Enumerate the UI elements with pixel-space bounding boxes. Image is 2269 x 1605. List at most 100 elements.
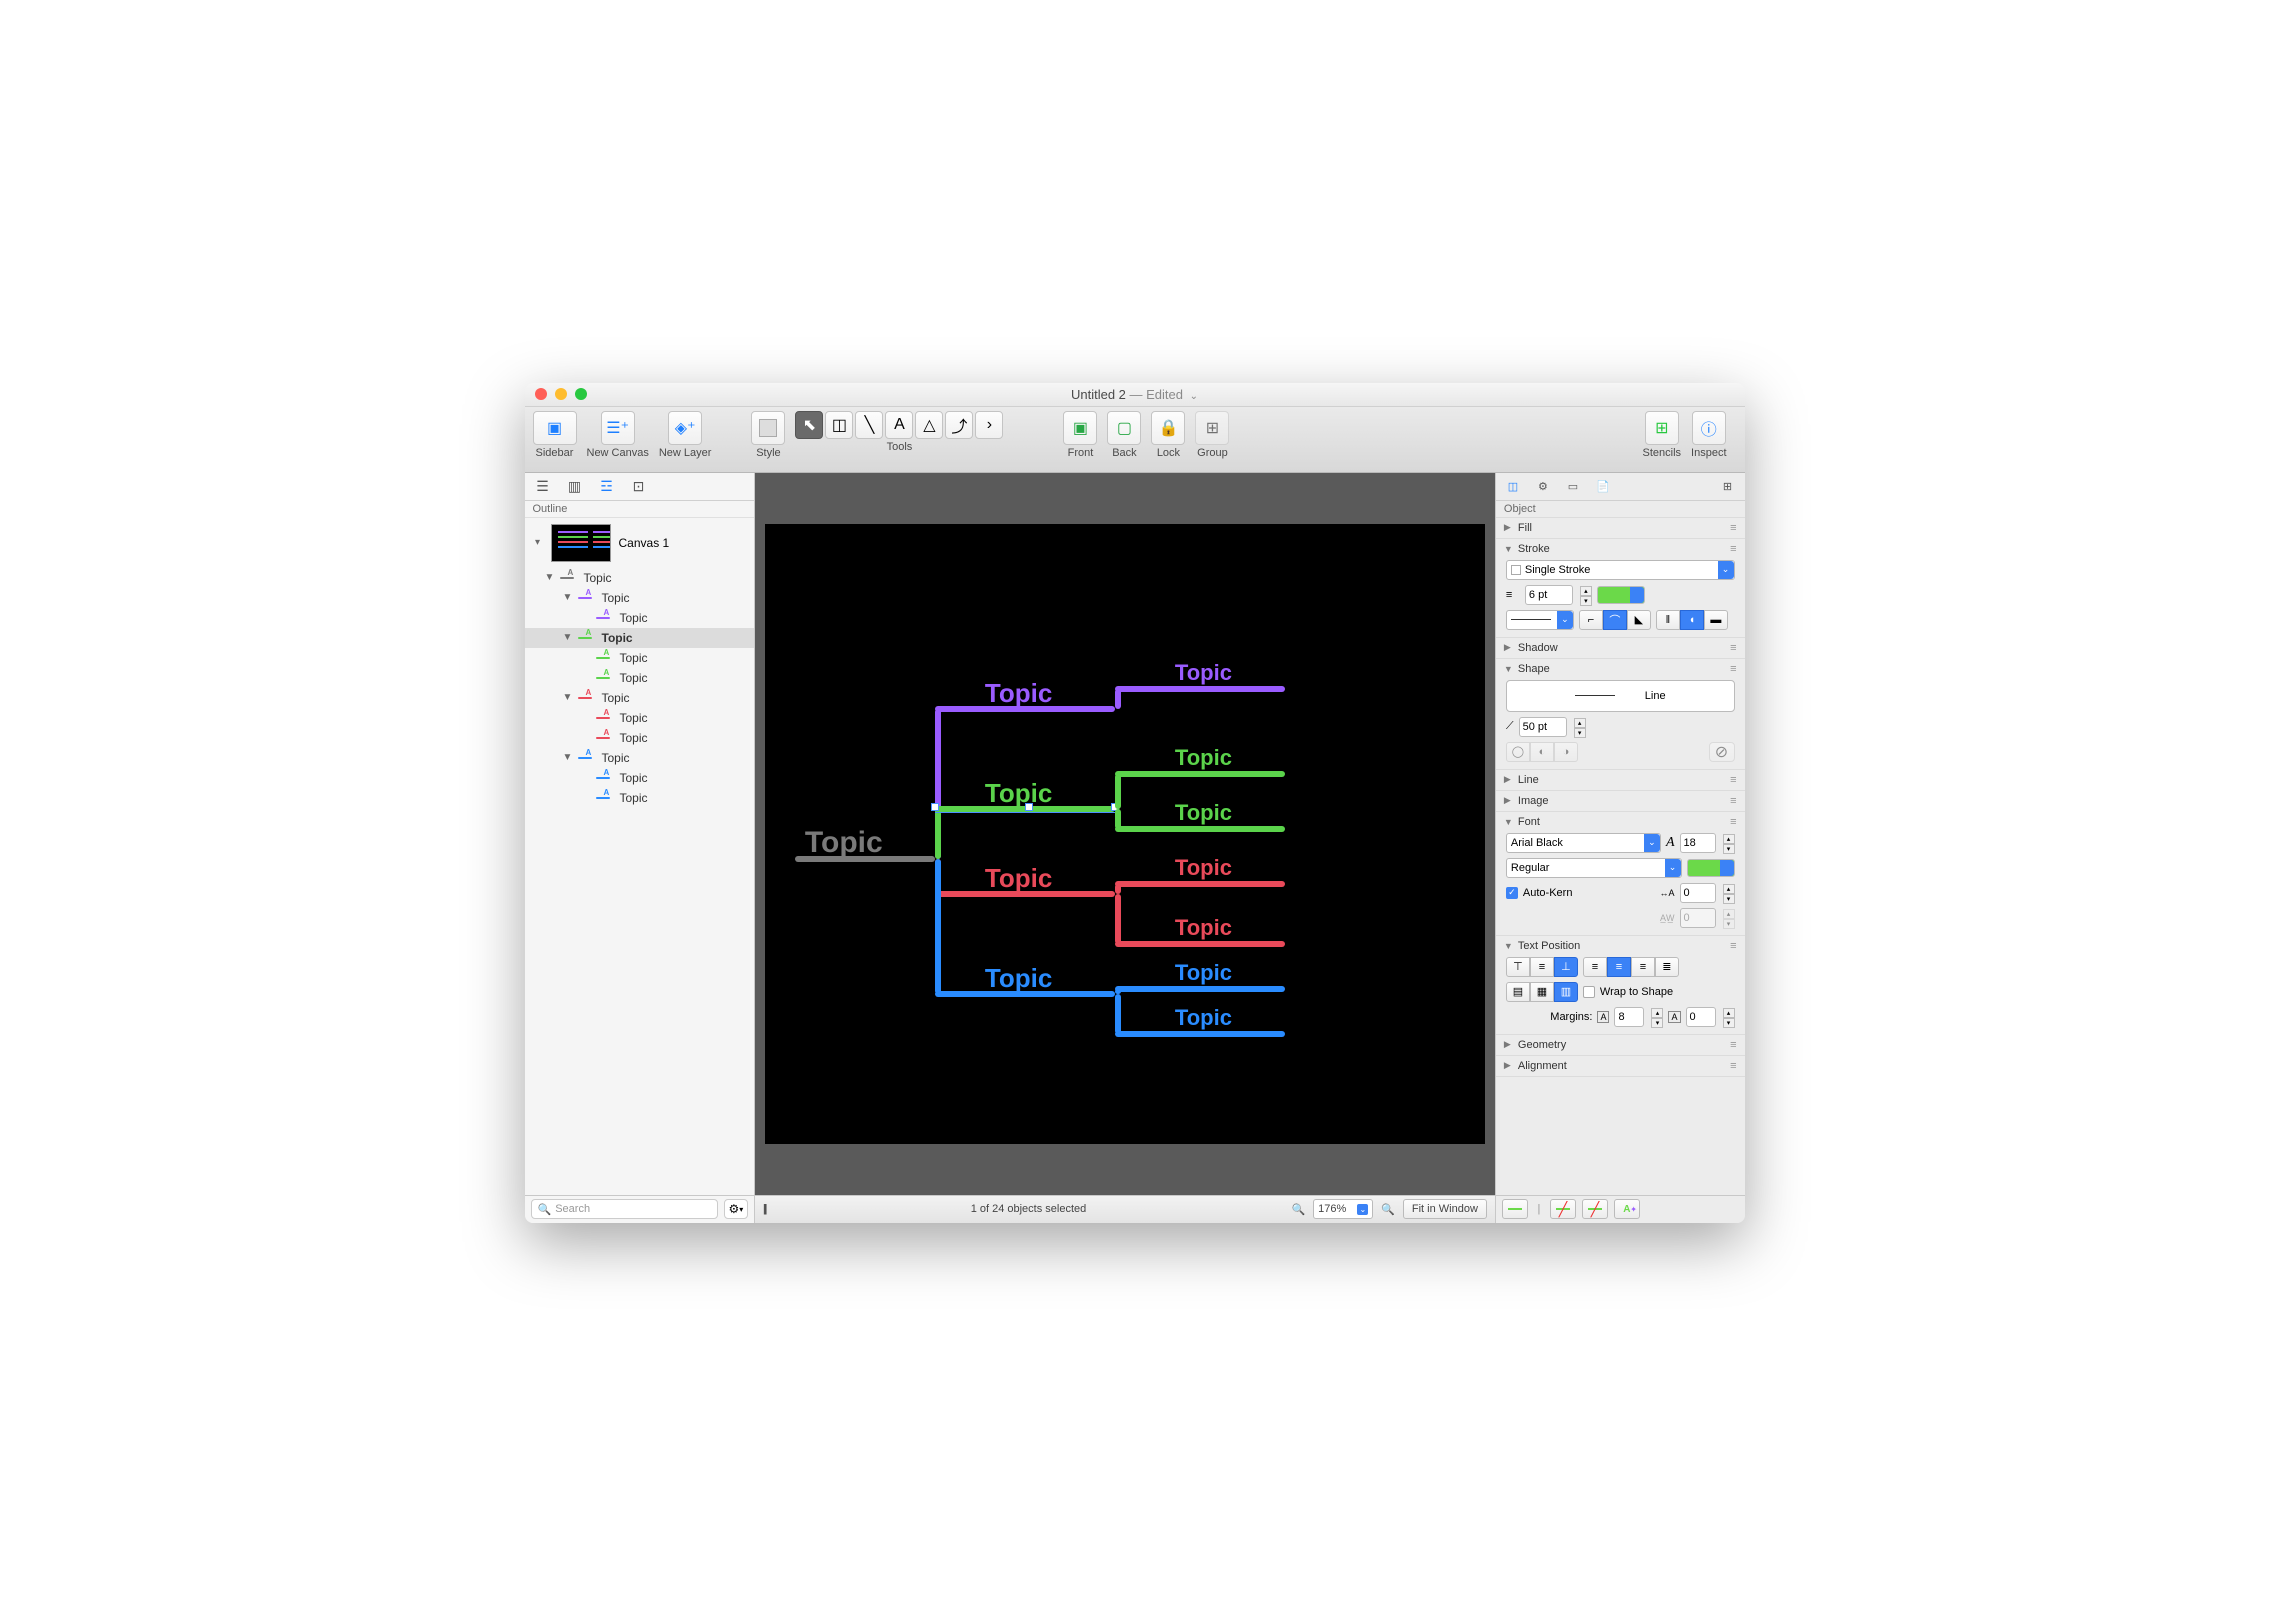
fill-header[interactable]: ▶Fill≡	[1504, 522, 1737, 534]
outline-item[interactable]: ▼ATopic	[525, 568, 754, 588]
image-header[interactable]: ▶Image≡	[1504, 795, 1737, 807]
close-button[interactable]	[535, 388, 547, 400]
connector[interactable]	[1115, 994, 1121, 1034]
lock-button[interactable]: 🔒	[1151, 411, 1185, 445]
shape-op-1[interactable]: ◯	[1506, 742, 1530, 762]
search-input[interactable]: 🔍 Search	[531, 1199, 718, 1219]
selection-tab[interactable]: ⊡	[629, 476, 649, 496]
menu-icon[interactable]: ≡	[1730, 1060, 1736, 1072]
sidebar-settings-button[interactable]: ⚙▾	[724, 1199, 748, 1219]
margin-v-stepper[interactable]: ▴▾	[1723, 1008, 1735, 1026]
leaf-label[interactable]: Topic	[1175, 855, 1232, 881]
bring-front-button[interactable]: ▣	[1063, 411, 1097, 445]
outline-item[interactable]: ATopic	[525, 668, 754, 688]
root-label[interactable]: Topic	[805, 826, 883, 860]
style-chip-1[interactable]: ╱	[1550, 1199, 1576, 1219]
zoom-out-button[interactable]: 🔍	[1291, 1203, 1305, 1216]
new-canvas-button[interactable]: ☰⁺	[601, 411, 635, 445]
document-tab[interactable]: 📄	[1592, 475, 1614, 497]
connector[interactable]	[1115, 771, 1285, 777]
corner-radius-stepper[interactable]: ▴▾	[1574, 718, 1586, 736]
menu-icon[interactable]: ≡	[1730, 816, 1736, 828]
layout-overflow[interactable]: ▤	[1506, 982, 1530, 1002]
corner-miter[interactable]: ⌐	[1579, 610, 1603, 630]
outline-item[interactable]: ▼ATopic	[525, 748, 754, 768]
menu-icon[interactable]: ≡	[1730, 522, 1736, 534]
view-mode-toggle[interactable]: |||	[763, 1203, 766, 1215]
kern-input[interactable]: 0	[1680, 883, 1716, 903]
style-chip-2[interactable]: ╱	[1582, 1199, 1608, 1219]
connector[interactable]	[1115, 881, 1285, 887]
style-chip-current[interactable]	[1502, 1199, 1528, 1219]
cap-butt[interactable]: ‖	[1656, 610, 1680, 630]
outline-item[interactable]: ATopic	[525, 608, 754, 628]
connector[interactable]	[935, 859, 941, 994]
outline-item[interactable]: ATopic	[525, 768, 754, 788]
style-button[interactable]	[751, 411, 785, 445]
branch-label[interactable]: Topic	[985, 678, 1052, 709]
leaf-label[interactable]: Topic	[1175, 745, 1232, 771]
connector[interactable]	[1115, 1031, 1285, 1037]
connector[interactable]	[1115, 941, 1285, 947]
selection-tool[interactable]: ⬉	[795, 411, 823, 439]
guides-tab[interactable]: ▥	[565, 476, 585, 496]
outline-item[interactable]: ▼ATopic	[525, 588, 754, 608]
branch-label[interactable]: Topic	[985, 778, 1052, 809]
text-position-header[interactable]: ▼Text Position≡	[1504, 940, 1737, 952]
menu-icon[interactable]: ≡	[1730, 663, 1736, 675]
margin-v-input[interactable]: 0	[1686, 1007, 1716, 1027]
grid-toggle[interactable]: ⊞	[1717, 475, 1739, 497]
corner-radius-input[interactable]: 50 pt	[1519, 717, 1567, 737]
new-layer-button[interactable]: ◈⁺	[668, 411, 702, 445]
leaf-label[interactable]: Topic	[1175, 1005, 1232, 1031]
menu-icon[interactable]: ≡	[1730, 1039, 1736, 1051]
connector[interactable]	[1115, 689, 1121, 709]
connector[interactable]	[1115, 894, 1121, 944]
canvas-content[interactable]: Topic Topic Topic Topic Topic Topic Topic Topic…	[765, 524, 1485, 1144]
shape-well[interactable]: Line	[1506, 680, 1735, 712]
alignment-header[interactable]: ▶Alignment≡	[1504, 1060, 1737, 1072]
layout-clip[interactable]: ▦	[1530, 982, 1554, 1002]
corner-round[interactable]: ⌒	[1603, 610, 1627, 630]
menu-icon[interactable]: ≡	[1730, 774, 1736, 786]
canvas-viewport[interactable]: Topic Topic Topic Topic Topic Topic Topic Topic…	[755, 473, 1495, 1195]
selection-handle[interactable]	[1025, 803, 1033, 811]
cap-square[interactable]: ▬	[1704, 610, 1728, 630]
shape-tool[interactable]: ◫	[825, 411, 853, 439]
zoom-in-button[interactable]: 🔍	[1381, 1203, 1395, 1216]
minimize-button[interactable]	[555, 388, 567, 400]
shape-detach[interactable]: ⊘	[1709, 742, 1735, 762]
font-family-select[interactable]: Arial Black⌄	[1506, 833, 1661, 853]
outline-item[interactable]: ATopic	[525, 708, 754, 728]
font-header[interactable]: ▼Font≡	[1504, 816, 1737, 828]
window-title[interactable]: Untitled 2 — Edited ⌄	[1071, 387, 1198, 402]
outline-item[interactable]: ▼ATopic	[525, 688, 754, 708]
outline-item[interactable]: ▼ATopic	[525, 628, 754, 648]
valign-bottom[interactable]: ⊥	[1554, 957, 1578, 977]
cap-round[interactable]: ◖	[1680, 610, 1704, 630]
menu-icon[interactable]: ≡	[1730, 940, 1736, 952]
shape-op-2[interactable]: ◐	[1530, 742, 1554, 762]
font-size-input[interactable]: 18	[1680, 833, 1716, 853]
diagram-tool[interactable]: ⤴	[945, 411, 973, 439]
canvas-tab[interactable]: ▭	[1562, 475, 1584, 497]
leaf-label[interactable]: Topic	[1175, 915, 1232, 941]
connector[interactable]	[1115, 986, 1285, 992]
stroke-dash-select[interactable]: ⌄	[1506, 610, 1574, 630]
outline-item[interactable]: ATopic	[525, 648, 754, 668]
stroke-color-swatch[interactable]	[1597, 586, 1645, 604]
valign-top[interactable]: ⊤	[1506, 957, 1530, 977]
leaf-label[interactable]: Topic	[1175, 800, 1232, 826]
send-back-button[interactable]: ▢	[1107, 411, 1141, 445]
pen-tool[interactable]: △	[915, 411, 943, 439]
branch-label[interactable]: Topic	[985, 963, 1052, 994]
font-style-select[interactable]: Regular⌄	[1506, 858, 1682, 878]
more-tools[interactable]: ›	[975, 411, 1003, 439]
halign-right[interactable]: ≡	[1631, 957, 1655, 977]
disclosure-icon[interactable]: ▼	[563, 692, 573, 703]
zoom-button[interactable]	[575, 388, 587, 400]
leaf-label[interactable]: Topic	[1175, 960, 1232, 986]
geometry-header[interactable]: ▶Geometry≡	[1504, 1039, 1737, 1051]
line-header[interactable]: ▶Line≡	[1504, 774, 1737, 786]
outline-item[interactable]: ATopic	[525, 788, 754, 808]
